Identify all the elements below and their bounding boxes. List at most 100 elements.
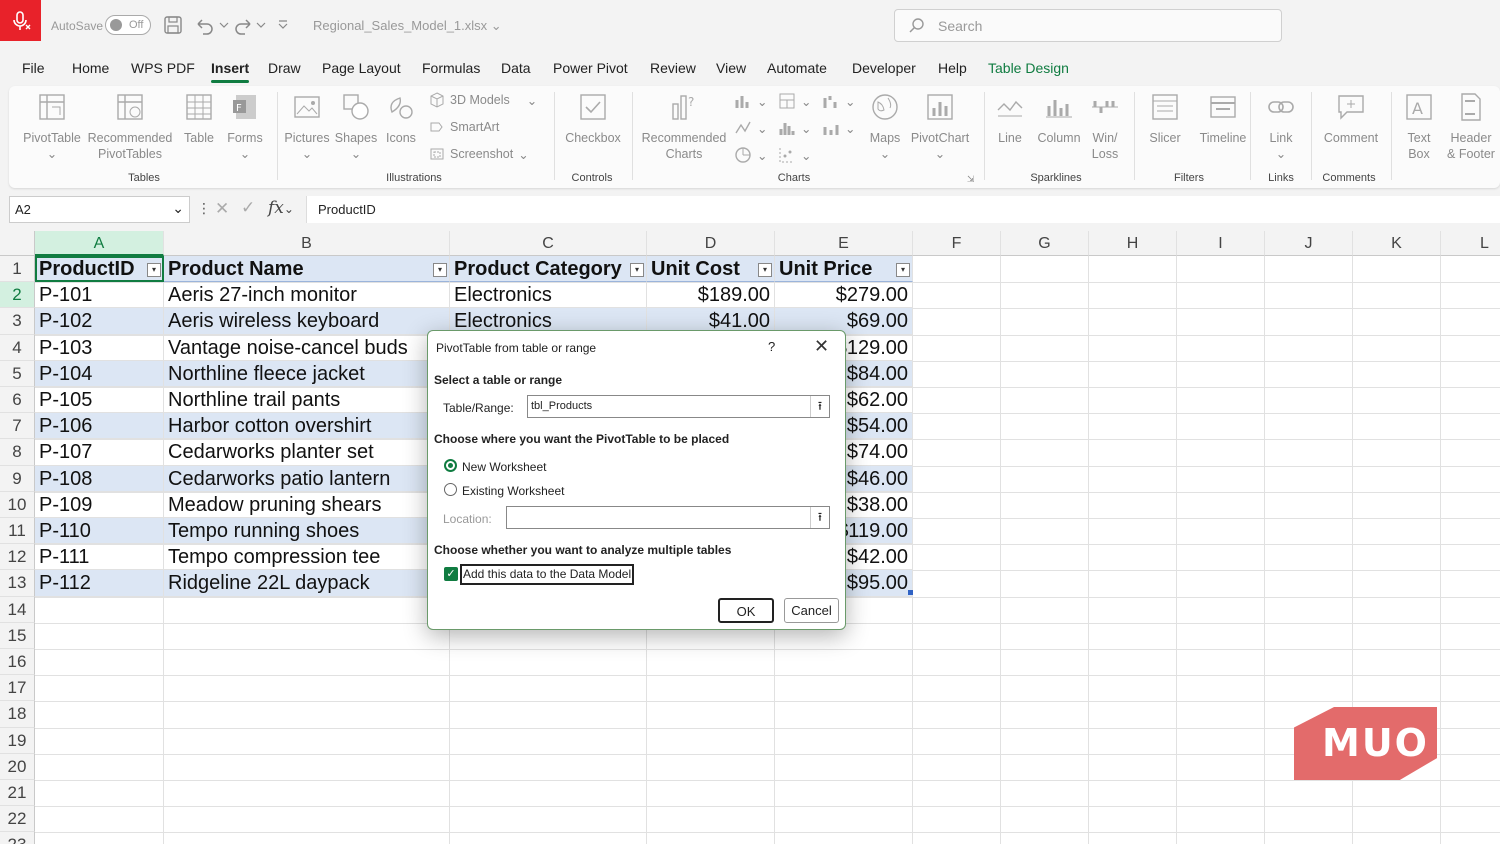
table-cell[interactable]: P-105 <box>35 387 164 414</box>
table-cell[interactable]: P-103 <box>35 334 164 361</box>
filter-dropdown-icon[interactable]: ▾ <box>896 263 910 277</box>
row-header-17[interactable]: 17 <box>0 675 35 702</box>
column-header-h[interactable]: H <box>1089 231 1177 256</box>
table-header-cell[interactable]: Unit Price ▾ <box>775 256 913 283</box>
tab-file[interactable]: File <box>22 60 45 76</box>
new-worksheet-label[interactable]: New Worksheet <box>462 460 546 474</box>
recommended-charts-button[interactable]: ? Recommended Charts <box>639 92 729 162</box>
3d-models-button[interactable]: 3D Models ⌄ <box>429 92 537 108</box>
existing-worksheet-radio[interactable] <box>444 483 457 496</box>
sparkline-winloss-button[interactable]: Win/Loss <box>1087 92 1123 162</box>
table-cell[interactable]: Tempo compression tee <box>164 544 450 571</box>
row-header-9[interactable]: 9 <box>0 465 35 492</box>
row-header-13[interactable]: 13 <box>0 570 35 597</box>
column-header-k[interactable]: K <box>1353 231 1441 256</box>
more-options-icon[interactable]: ⋮ <box>197 200 211 217</box>
file-name[interactable]: Regional_Sales_Model_1.xlsx ⌄ <box>313 18 502 34</box>
name-box[interactable]: A2 ⌄ <box>9 196 190 223</box>
row-header-5[interactable]: 5 <box>0 360 35 387</box>
tab-wps-pdf[interactable]: WPS PDF <box>131 60 195 76</box>
table-cell[interactable]: P-110 <box>35 518 164 545</box>
filter-dropdown-icon[interactable]: ▾ <box>758 263 772 277</box>
row-header-11[interactable]: 11 <box>0 518 35 545</box>
column-header-g[interactable]: G <box>1001 231 1089 256</box>
row-header-22[interactable]: 22 <box>0 806 35 833</box>
statistic-chart-button[interactable]: ⌄ <box>778 119 811 137</box>
row-header-23[interactable]: 23 <box>0 832 35 844</box>
table-cell[interactable]: Vantage noise-cancel buds <box>164 334 450 361</box>
table-cell[interactable]: Cedarworks patio lantern <box>164 465 450 492</box>
column-header-b[interactable]: B <box>164 231 450 256</box>
link-button[interactable]: Link ⌄ <box>1259 92 1303 162</box>
table-cell[interactable]: Aeris 27-inch monitor <box>164 282 450 309</box>
table-cell[interactable]: $189.00 <box>647 282 775 309</box>
table-cell[interactable]: Northline trail pants <box>164 387 450 414</box>
confirm-entry-icon[interactable]: ✓ <box>241 198 255 218</box>
row-header-7[interactable]: 7 <box>0 413 35 440</box>
tab-table-design[interactable]: Table Design <box>988 60 1069 76</box>
tab-developer[interactable]: Developer <box>852 60 916 76</box>
table-cell[interactable]: Northline fleece jacket <box>164 360 450 387</box>
filter-dropdown-icon[interactable]: ▾ <box>147 263 161 277</box>
customize-qat-icon[interactable] <box>277 17 289 35</box>
table-cell[interactable]: Harbor cotton overshirt <box>164 413 450 440</box>
row-header-10[interactable]: 10 <box>0 491 35 518</box>
timeline-button[interactable]: Timeline <box>1194 92 1252 146</box>
column-header-a[interactable]: A <box>35 231 164 256</box>
sparkline-column-button[interactable]: Column <box>1035 92 1083 146</box>
select-all-corner[interactable] <box>0 231 35 256</box>
comment-button[interactable]: Comment <box>1319 92 1383 146</box>
filter-dropdown-icon[interactable]: ▾ <box>433 263 447 277</box>
table-cell[interactable]: Tempo running shoes <box>164 518 450 545</box>
collapse-dialog-icon[interactable]: ⭱ <box>810 507 829 528</box>
data-model-label[interactable]: Add this data to the Data Model <box>460 564 635 585</box>
column-chart-button[interactable]: ⌄ <box>734 92 767 110</box>
table-cell[interactable]: Electronics <box>450 282 647 309</box>
table-cell[interactable]: P-104 <box>35 360 164 387</box>
checkbox-button[interactable]: Checkbox <box>561 92 625 146</box>
table-cell[interactable]: P-109 <box>35 491 164 518</box>
table-header-cell[interactable]: Product Name ▾ <box>164 256 450 283</box>
table-header-cell[interactable]: Unit Cost ▾ <box>647 256 775 283</box>
slicer-button[interactable]: Slicer <box>1142 92 1188 146</box>
pictures-button[interactable]: Pictures ⌄ <box>283 92 331 162</box>
tab-data[interactable]: Data <box>501 60 531 76</box>
save-icon[interactable] <box>163 15 183 40</box>
table-resize-handle[interactable] <box>908 590 913 595</box>
table-cell[interactable]: Meadow pruning shears <box>164 491 450 518</box>
data-model-checkbox[interactable]: ✓ <box>444 567 458 581</box>
combo-chart-button[interactable]: ⌄ <box>822 119 855 137</box>
table-cell[interactable]: Ridgeline 22L daypack <box>164 570 450 597</box>
location-input[interactable]: ⭱ <box>506 506 830 529</box>
cancel-entry-icon[interactable]: ✕ <box>215 199 229 219</box>
recommended-pivottables-button[interactable]: Recommended PivotTables <box>87 92 173 162</box>
header-footer-button[interactable]: Header & Footer <box>1443 92 1499 162</box>
tab-review[interactable]: Review <box>650 60 696 76</box>
table-cell[interactable]: Cedarworks planter set <box>164 439 450 466</box>
table-cell[interactable]: P-111 <box>35 544 164 571</box>
redo-icon[interactable] <box>233 15 269 40</box>
row-header-8[interactable]: 8 <box>0 439 35 466</box>
row-header-2[interactable]: 2 <box>0 282 35 309</box>
table-cell[interactable]: P-102 <box>35 308 164 335</box>
formula-input[interactable]: ProductID <box>306 196 1500 223</box>
column-header-l[interactable]: L <box>1441 231 1500 256</box>
column-header-e[interactable]: E <box>775 231 913 256</box>
row-header-19[interactable]: 19 <box>0 727 35 754</box>
tab-insert[interactable]: Insert <box>211 60 250 83</box>
waterfall-chart-button[interactable]: ⌄ <box>822 92 855 110</box>
pie-chart-button[interactable]: ⌄ <box>734 146 767 164</box>
pivotchart-button[interactable]: PivotChart ⌄ <box>907 92 973 162</box>
column-header-d[interactable]: D <box>647 231 775 256</box>
cancel-button[interactable]: Cancel <box>784 598 839 623</box>
close-icon[interactable]: ✕ <box>814 336 829 357</box>
row-header-3[interactable]: 3 <box>0 308 35 335</box>
column-header-f[interactable]: F <box>913 231 1001 256</box>
help-button[interactable]: ? <box>768 339 775 354</box>
row-header-12[interactable]: 12 <box>0 544 35 571</box>
forms-button[interactable]: F Forms ⌄ <box>223 92 267 162</box>
row-header-18[interactable]: 18 <box>0 701 35 728</box>
table-cell[interactable]: P-107 <box>35 439 164 466</box>
table-cell[interactable]: $279.00 <box>775 282 913 309</box>
table-cell[interactable]: P-101 <box>35 282 164 309</box>
